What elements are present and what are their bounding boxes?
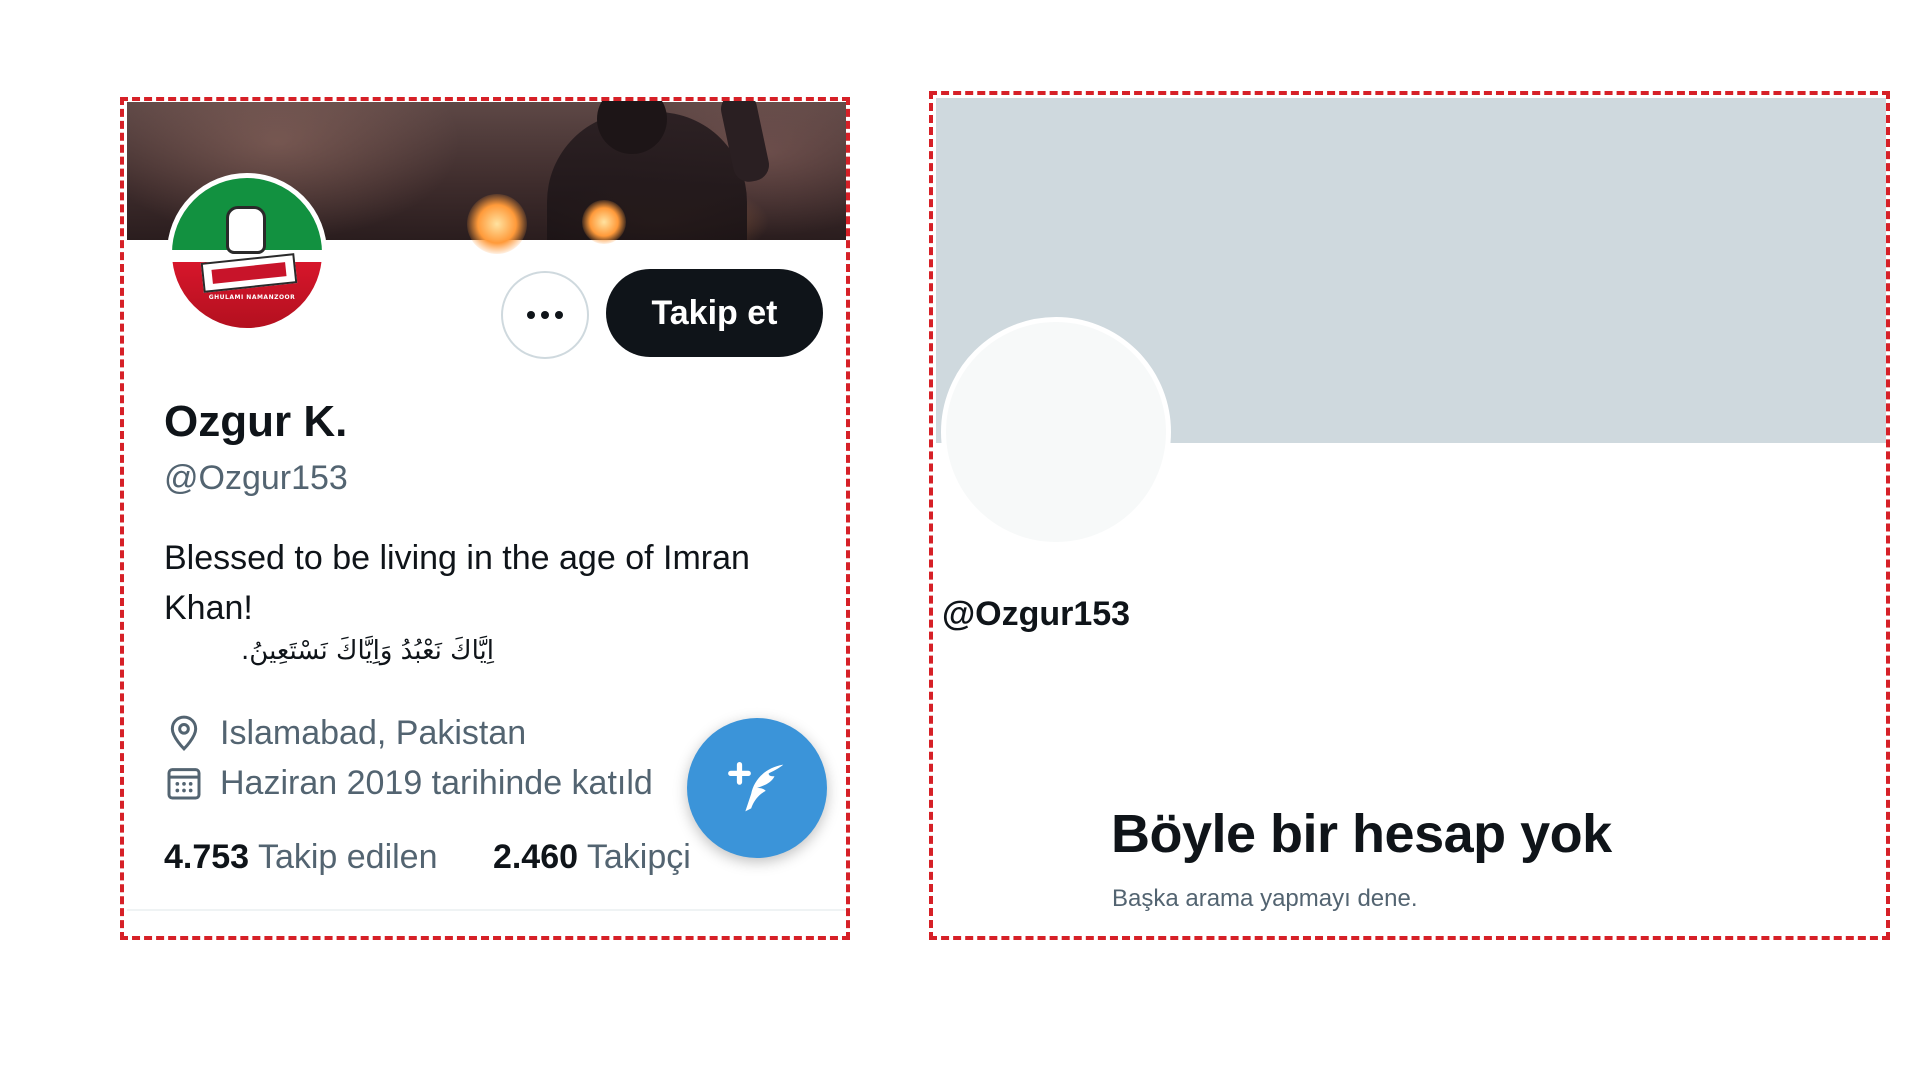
account-not-found-title: Böyle bir hesap yok [1111,804,1612,864]
banner-flare-light [582,200,626,244]
compose-tweet-button[interactable] [687,718,827,858]
compose-tweet-icon [728,762,784,812]
more-options-button[interactable] [501,271,589,359]
more-icon [555,311,563,319]
followers-stat[interactable]: 2.460 Takipçi [493,838,691,876]
profile-bio: Blessed to be living in the age of Imran… [164,539,750,627]
empty-avatar [941,317,1171,547]
profile-avatar[interactable]: GHULAMI NAMANZOOR [167,173,327,333]
account-not-found-subtitle: Başka arama yapmayı dene. [1112,885,1418,912]
following-count: 4.753 [164,838,250,876]
profile-bio-arabic: اِيَّاكَ نَعْبُدُ وَاِيَّاكَ نَسْتَعِينُ… [241,636,494,666]
profile-stats: 4.753 Takip edilen 2.460 Takipçi [164,838,691,877]
archived-profile-panel: GHULAMI NAMANZOOR Takip et Ozgur K. @Ozg… [120,97,850,940]
avatar-logo-plaque [200,253,298,293]
followers-count: 2.460 [492,838,579,876]
map-pin-icon [170,715,198,751]
comparison-stage: GHULAMI NAMANZOOR Takip et Ozgur K. @Ozg… [0,0,1920,1080]
followers-label: Takipçi [586,838,691,876]
join-date-text: Haziran 2019 tarihinde katıld [220,763,653,802]
location-text: Islamabad, Pakistan [220,713,527,752]
raised-fist-icon [226,206,266,254]
profile-join-date: Haziran 2019 tarihinde katıld [164,763,653,803]
current-profile-panel: @Ozgur153 Böyle bir hesap yok Başka aram… [929,91,1890,940]
following-stat[interactable]: 4.753 Takip edilen [164,838,447,876]
profile-display-name: Ozgur K. [164,397,348,446]
banner-flare-light [467,194,527,254]
more-icon [541,311,549,319]
profile-location: Islamabad, Pakistan [164,713,526,753]
avatar-caption: GHULAMI NAMANZOOR [208,294,296,301]
follow-button[interactable]: Takip et [606,269,823,357]
profile-handle: @Ozgur153 [942,595,1131,633]
calendar-icon [167,768,201,800]
more-icon [527,311,535,319]
profile-divider [127,909,846,911]
following-label: Takip edilen [257,838,438,876]
profile-handle: @Ozgur153 [164,459,348,497]
